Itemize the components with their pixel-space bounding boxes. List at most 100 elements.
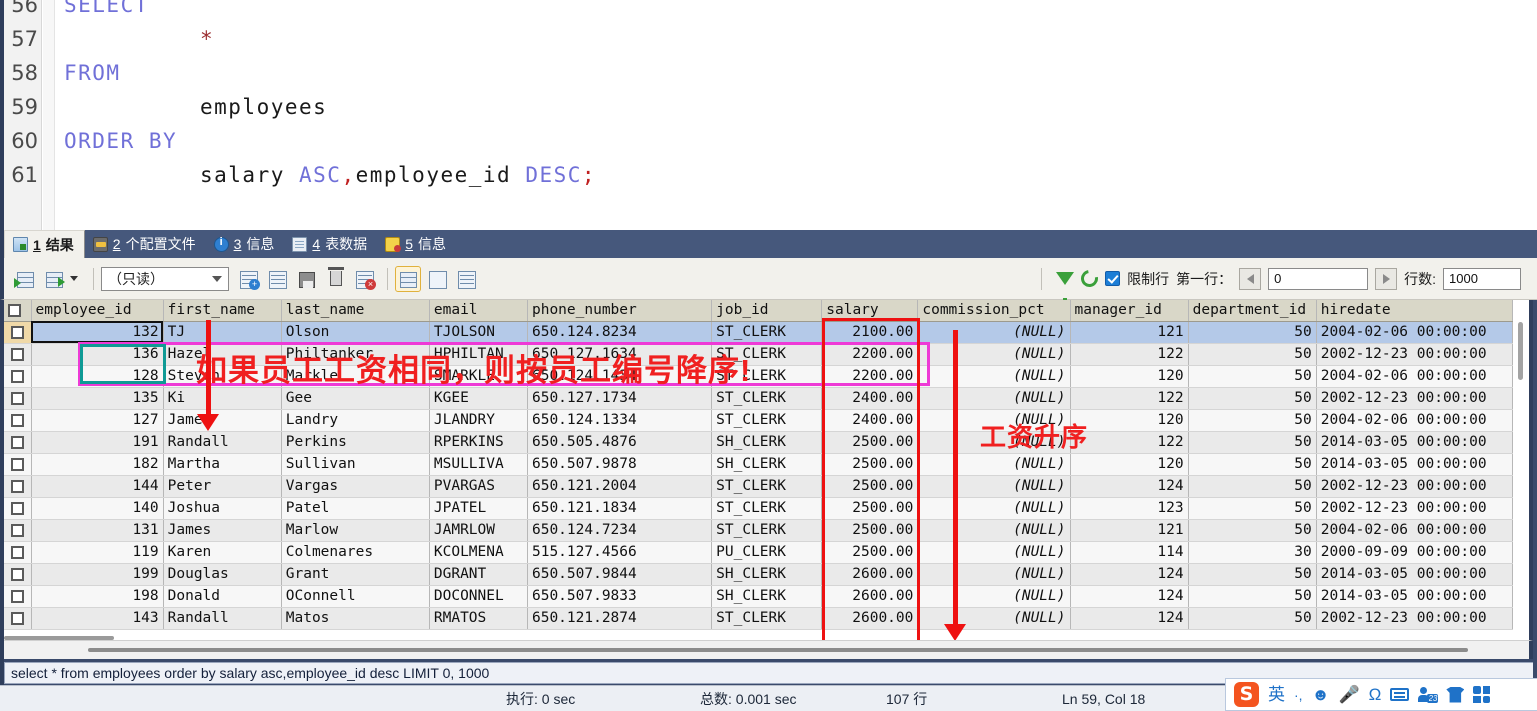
cell-phone-number[interactable]: 650.507.9844 bbox=[527, 563, 713, 586]
cell-employee-id[interactable]: 132 bbox=[31, 321, 164, 344]
omega-symbol-icon[interactable]: Ω bbox=[1369, 686, 1382, 703]
cell-salary[interactable]: 2500.00 bbox=[821, 453, 919, 476]
cell-last-name[interactable]: Marlow bbox=[281, 519, 430, 542]
cell-job-id[interactable]: ST_CLERK bbox=[711, 497, 823, 520]
cell-hiredate[interactable]: 2004-02-06 00:00:00 bbox=[1316, 321, 1514, 344]
cell-hiredate[interactable]: 2014-03-05 00:00:00 bbox=[1316, 431, 1514, 454]
row-select-cell[interactable] bbox=[4, 453, 32, 476]
cell-job-id[interactable]: SH_CLERK bbox=[711, 563, 823, 586]
cell-phone-number[interactable]: 650.124.1334 bbox=[527, 409, 713, 432]
cell-first-name[interactable]: TJ bbox=[163, 321, 282, 344]
cell-last-name[interactable]: OConnell bbox=[281, 585, 430, 608]
horizontal-scrollbar-thumb[interactable] bbox=[88, 648, 1468, 652]
cell-phone-number[interactable]: 650.505.4876 bbox=[527, 431, 713, 454]
ime-language-toggle[interactable]: 英 bbox=[1268, 686, 1285, 703]
cell-first-name[interactable]: Martha bbox=[163, 453, 282, 476]
cell-commission-pct[interactable]: (NULL) bbox=[917, 343, 1071, 366]
cell-email[interactable]: JLANDRY bbox=[429, 409, 528, 432]
cell-department-id[interactable]: 50 bbox=[1188, 409, 1317, 432]
cell-email[interactable]: DGRANT bbox=[429, 563, 528, 586]
row-select-cell[interactable] bbox=[4, 475, 32, 498]
keyboard-icon[interactable] bbox=[1390, 688, 1410, 701]
import-grid-button[interactable] bbox=[12, 266, 38, 292]
column-header-last-name[interactable]: last_name bbox=[281, 300, 430, 322]
cell-department-id[interactable]: 50 bbox=[1188, 585, 1317, 608]
cell-phone-number[interactable]: 650.121.2004 bbox=[527, 475, 713, 498]
tab-3[interactable]: 3 信息 bbox=[206, 230, 285, 258]
cell-hiredate[interactable]: 2002-12-23 00:00:00 bbox=[1316, 387, 1514, 410]
row-checkbox[interactable] bbox=[10, 457, 24, 471]
row-count-input[interactable]: 1000 bbox=[1443, 267, 1521, 290]
cell-salary[interactable]: 2100.00 bbox=[821, 321, 919, 344]
cell-job-id[interactable]: ST_CLERK bbox=[711, 387, 823, 410]
column-header-manager-id[interactable]: manager_id bbox=[1070, 300, 1189, 322]
row-checkbox[interactable] bbox=[10, 545, 24, 559]
cell-manager-id[interactable]: 121 bbox=[1070, 321, 1189, 344]
cell-phone-number[interactable]: 650.121.1834 bbox=[527, 497, 713, 520]
table-row[interactable]: 132 TJ Olson TJOLSON 650.124.8234 ST_CLERK 210… bbox=[4, 321, 1514, 344]
table-row[interactable]: 127 James Landry JLANDRY 650.124.1334 ST_CLER… bbox=[4, 409, 1514, 432]
cell-hiredate[interactable]: 2002-12-23 00:00:00 bbox=[1316, 475, 1514, 498]
row-select-cell[interactable] bbox=[4, 585, 32, 608]
row-select-cell[interactable] bbox=[4, 321, 32, 344]
cell-first-name[interactable]: Douglas bbox=[163, 563, 282, 586]
column-header-commission-pct[interactable]: commission_pct bbox=[917, 300, 1071, 322]
cell-employee-id[interactable]: 199 bbox=[31, 563, 164, 586]
cell-hiredate[interactable]: 2004-02-06 00:00:00 bbox=[1316, 519, 1514, 542]
cell-department-id[interactable]: 50 bbox=[1188, 607, 1317, 630]
cell-hiredate[interactable]: 2014-03-05 00:00:00 bbox=[1316, 453, 1514, 476]
microphone-icon[interactable]: 🎤 bbox=[1338, 686, 1359, 703]
cell-last-name[interactable]: Patel bbox=[281, 497, 430, 520]
cell-commission-pct[interactable]: (NULL) bbox=[917, 497, 1071, 520]
table-row[interactable]: 199 Douglas Grant DGRANT 650.507.9844 SH_CLER… bbox=[4, 563, 1514, 586]
cell-phone-number[interactable]: 650.507.9878 bbox=[527, 453, 713, 476]
cell-job-id[interactable]: ST_CLERK bbox=[711, 607, 823, 630]
column-header-employee-id[interactable]: employee_id bbox=[31, 300, 164, 322]
duplicate-row-button[interactable] bbox=[264, 266, 290, 292]
cell-email[interactable]: DOCONNEL bbox=[429, 585, 528, 608]
cell-phone-number[interactable]: 650.124.7234 bbox=[527, 519, 713, 542]
user-icon[interactable]: 23 bbox=[1418, 686, 1439, 703]
cell-manager-id[interactable]: 122 bbox=[1070, 387, 1189, 410]
sql-editor[interactable]: 56 SELECT 57 * 58 FROM 59 employees 60 ORDER BY 61… bbox=[0, 0, 1537, 230]
cell-job-id[interactable]: ST_CLERK bbox=[711, 475, 823, 498]
cell-salary[interactable]: 2500.00 bbox=[821, 541, 919, 564]
cell-email[interactable]: KGEE bbox=[429, 387, 528, 410]
cell-last-name[interactable]: Matos bbox=[281, 607, 430, 630]
cell-salary[interactable]: 2500.00 bbox=[821, 475, 919, 498]
tab-4[interactable]: 4 表数据 bbox=[284, 230, 377, 258]
row-checkbox[interactable] bbox=[10, 325, 24, 339]
cell-email[interactable]: MSULLIVA bbox=[429, 453, 528, 476]
cell-salary[interactable]: 2500.00 bbox=[821, 519, 919, 542]
cell-first-name[interactable]: Ki bbox=[163, 387, 282, 410]
cell-salary[interactable]: 2400.00 bbox=[821, 409, 919, 432]
cell-hiredate[interactable]: 2014-03-05 00:00:00 bbox=[1316, 563, 1514, 586]
column-header-email[interactable]: email bbox=[429, 300, 528, 322]
row-checkbox[interactable] bbox=[10, 567, 24, 581]
edit-mode-select[interactable]: （只读） bbox=[101, 266, 229, 291]
first-row-prev-button[interactable] bbox=[1239, 267, 1262, 290]
cell-job-id[interactable]: SH_CLERK bbox=[711, 431, 823, 454]
sogou-logo-icon[interactable]: S bbox=[1234, 682, 1259, 707]
column-header-hiredate[interactable]: hiredate bbox=[1316, 300, 1514, 322]
cell-employee-id[interactable]: 128 bbox=[31, 365, 164, 388]
horizontal-scrollbar[interactable] bbox=[4, 640, 1533, 659]
cell-salary[interactable]: 2600.00 bbox=[821, 585, 919, 608]
cell-department-id[interactable]: 50 bbox=[1188, 453, 1317, 476]
row-select-cell[interactable] bbox=[4, 431, 32, 454]
row-checkbox[interactable] bbox=[10, 369, 24, 383]
cell-phone-number[interactable]: 650.127.1734 bbox=[527, 387, 713, 410]
row-checkbox[interactable] bbox=[10, 611, 24, 625]
cell-first-name[interactable]: James bbox=[163, 519, 282, 542]
cell-salary[interactable]: 2600.00 bbox=[821, 563, 919, 586]
cell-salary[interactable]: 2600.00 bbox=[821, 607, 919, 630]
cell-department-id[interactable]: 50 bbox=[1188, 343, 1317, 366]
cell-manager-id[interactable]: 124 bbox=[1070, 585, 1189, 608]
cell-job-id[interactable]: ST_CLERK bbox=[711, 321, 823, 344]
cell-salary[interactable]: 2200.00 bbox=[821, 365, 919, 388]
column-header-department-id[interactable]: department_id bbox=[1188, 300, 1317, 322]
limit-rows-checkbox[interactable] bbox=[1105, 271, 1121, 286]
refresh-icon[interactable] bbox=[1077, 266, 1102, 291]
insert-row-button[interactable]: + bbox=[235, 266, 261, 292]
cell-commission-pct[interactable]: (NULL) bbox=[917, 475, 1071, 498]
